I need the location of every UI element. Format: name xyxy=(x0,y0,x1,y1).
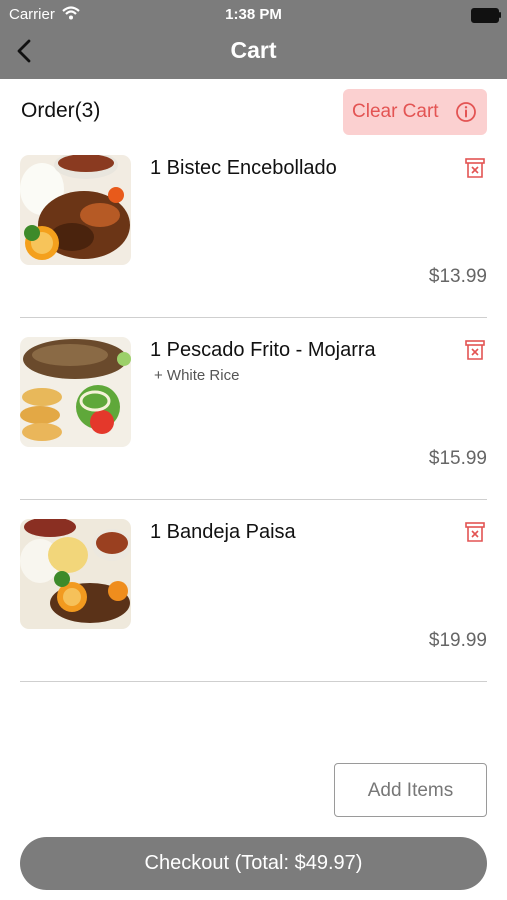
item-name: 1 Bistec Encebollado xyxy=(150,157,337,179)
checkout-label: Checkout (Total: $49.97) xyxy=(144,852,363,874)
food-image xyxy=(20,155,131,265)
item-name: 1 Bandeja Paisa xyxy=(150,521,296,543)
trash-icon[interactable] xyxy=(464,521,486,543)
food-image xyxy=(20,519,131,629)
item-name: 1 Pescado Frito - Mojarra xyxy=(150,339,376,361)
page-title: Cart xyxy=(230,37,277,63)
battery-icon xyxy=(471,8,499,23)
battery-nub xyxy=(499,12,501,18)
divider xyxy=(20,681,487,682)
order-count-label: Order(3) xyxy=(21,99,101,122)
clear-cart-label: Clear Cart xyxy=(352,101,439,122)
divider xyxy=(20,317,487,318)
status-time: 1:38 PM xyxy=(225,6,282,23)
item-price: $19.99 xyxy=(428,630,487,651)
cart-item[interactable]: 1 Pescado Frito - Mojarra + White Rice $… xyxy=(0,337,507,519)
add-items-label: Add Items xyxy=(367,780,454,801)
trash-icon[interactable] xyxy=(464,339,486,361)
navigation-bar: Carrier 1:38 PM Cart xyxy=(0,0,507,79)
status-bar: Carrier 1:38 PM xyxy=(0,0,507,28)
info-icon xyxy=(456,102,476,122)
item-price: $13.99 xyxy=(428,266,487,287)
divider xyxy=(20,499,487,500)
cart-item[interactable]: 1 Bistec Encebollado $13.99 xyxy=(0,155,507,337)
trash-icon[interactable] xyxy=(464,157,486,179)
checkout-button[interactable]: Checkout (Total: $49.97) xyxy=(20,837,487,890)
item-modifier: + White Rice xyxy=(154,367,240,384)
item-price: $15.99 xyxy=(428,448,487,469)
add-items-button[interactable]: Add Items xyxy=(334,763,487,817)
food-image xyxy=(20,337,131,447)
cart-item[interactable]: 1 Bandeja Paisa $19.99 xyxy=(0,519,507,701)
clear-cart-button[interactable]: Clear Cart xyxy=(343,89,487,135)
